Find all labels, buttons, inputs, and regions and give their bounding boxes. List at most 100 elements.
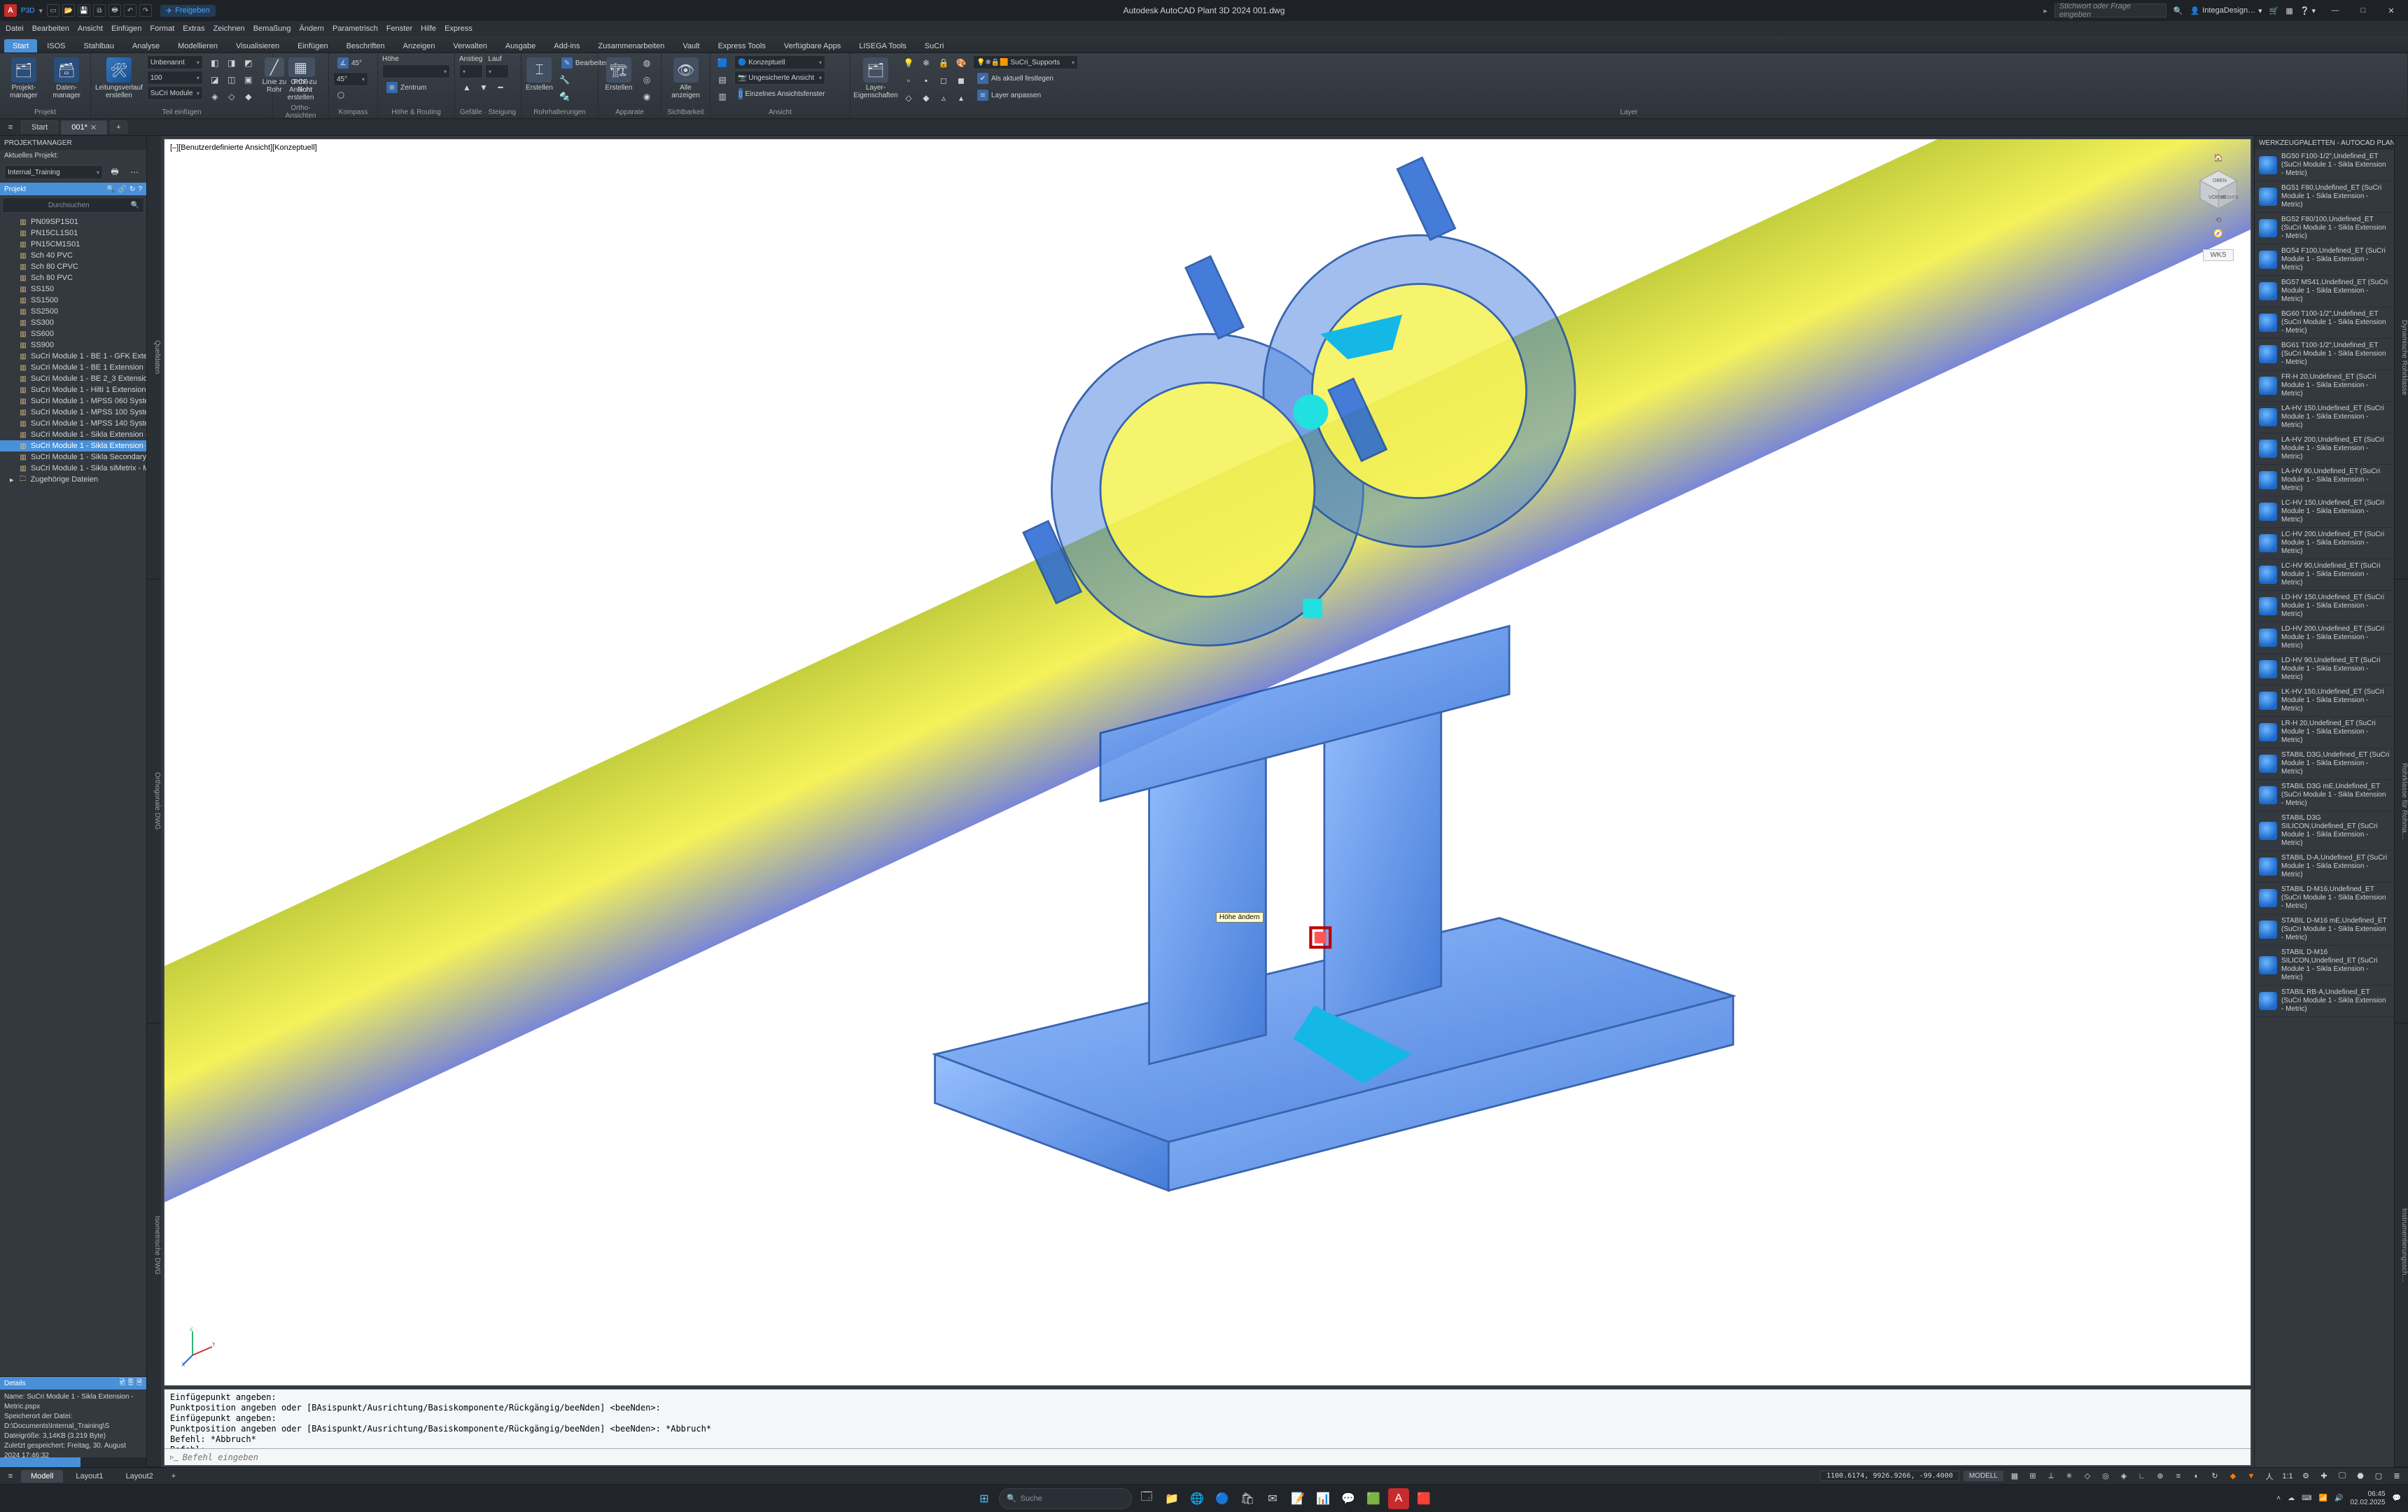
- pm-section-project[interactable]: Projekt 🔍 🔗 ↻ ?: [0, 183, 146, 195]
- mini-btn-9[interactable]: ◆: [241, 89, 256, 104]
- qat-new-icon[interactable]: ▭: [47, 4, 59, 17]
- layer-a-icon[interactable]: ▫: [901, 73, 916, 88]
- compass-angle-combo[interactable]: 45°: [333, 72, 368, 86]
- sb-dynucs-icon[interactable]: ∟: [2135, 1469, 2149, 1483]
- mini-btn-4[interactable]: ◪: [207, 72, 223, 88]
- sb-cycle-icon[interactable]: ↻: [2208, 1469, 2222, 1483]
- ribbon-tab-lisega-tools[interactable]: LISEGA Tools: [850, 39, 915, 52]
- ribbon-tab-ausgabe[interactable]: Ausgabe: [497, 39, 544, 52]
- tray-lang-icon[interactable]: ⌨: [2302, 1494, 2311, 1502]
- layer-f-icon[interactable]: ◆: [918, 90, 934, 106]
- side-tab[interactable]: Dynamische Rohrklasse: [2395, 136, 2408, 580]
- menu-parametrisch[interactable]: Parametrisch: [332, 24, 378, 33]
- pm-det-c-icon[interactable]: 🗎: [136, 1378, 142, 1390]
- tree-item[interactable]: ▥SuCri Module 1 - Sikla Secondary Steel: [0, 451, 146, 463]
- palette-item[interactable]: STABIL D3G SILICON,Undefined_ET (SuCri M…: [2255, 811, 2394, 851]
- home-icon[interactable]: 🏠: [2213, 153, 2223, 162]
- search-prev-icon[interactable]: ▸: [2043, 6, 2047, 15]
- palette-item[interactable]: STABIL D-M16 mE,Undefined_ET (SuCri Modu…: [2255, 914, 2394, 946]
- layer-h-icon[interactable]: ▴: [953, 90, 969, 106]
- tree-item[interactable]: ▥PN09SP1S01: [0, 216, 146, 227]
- side-tab[interactable]: Orthogonale DWG: [147, 580, 161, 1023]
- slope-off-icon[interactable]: ━: [493, 80, 508, 95]
- palette-item[interactable]: FR-H 20,Undefined_ET (SuCri Module 1 - S…: [2255, 370, 2394, 402]
- tree-item[interactable]: ▥SS2500: [0, 306, 146, 317]
- ribbon-tab-sucri[interactable]: SuCri: [916, 39, 953, 52]
- pm-reload-icon[interactable]: ↻: [130, 186, 135, 193]
- ribbon-tab-beschriften[interactable]: Beschriften: [338, 39, 393, 52]
- size-combo[interactable]: 100: [147, 71, 203, 85]
- palette-item[interactable]: LA-HV 90,Undefined_ET (SuCri Module 1 - …: [2255, 465, 2394, 496]
- ribbon-tab-stahlbau[interactable]: Stahlbau: [76, 39, 122, 52]
- side-tab[interactable]: Isometrische DWG: [147, 1023, 161, 1467]
- outlook-icon[interactable]: ✉: [1262, 1488, 1283, 1509]
- palette-item[interactable]: LD-HV 200,Undefined_ET (SuCri Module 1 -…: [2255, 622, 2394, 654]
- excel-icon[interactable]: 📊: [1312, 1488, 1334, 1509]
- sb-clean-icon[interactable]: ▢: [2372, 1469, 2386, 1483]
- ribbon-tab-vault[interactable]: Vault: [674, 39, 708, 52]
- layer-c-icon[interactable]: ◻: [936, 73, 951, 88]
- mini-btn-8[interactable]: ◇: [224, 89, 239, 104]
- tree-item[interactable]: ▥Sch 40 PVC: [0, 250, 146, 261]
- sb-3dosnap-icon[interactable]: ◈: [2117, 1469, 2131, 1483]
- menu-hilfe[interactable]: Hilfe: [421, 24, 436, 33]
- tree-item[interactable]: ▥SS300: [0, 317, 146, 328]
- palette-item[interactable]: LC-HV 150,Undefined_ET (SuCri Module 1 -…: [2255, 496, 2394, 528]
- tree-item[interactable]: ▥SuCri Module 1 - BE 2_3 Extension: [0, 373, 146, 384]
- tree-item[interactable]: ▥SS600: [0, 328, 146, 340]
- maximize-button[interactable]: □: [2351, 4, 2376, 18]
- command-history[interactable]: Einfügepunkt angeben: Punktposition ange…: [164, 1390, 2250, 1448]
- tab-model[interactable]: Modell: [21, 1470, 63, 1483]
- chrome-icon[interactable]: 🔵: [1212, 1488, 1233, 1509]
- tray-wifi-icon[interactable]: 📶: [2319, 1494, 2328, 1502]
- tree-item[interactable]: ▥SuCri Module 1 - MPSS 140 Systemteile: [0, 418, 146, 429]
- palette-item[interactable]: LC-HV 200,Undefined_ET (SuCri Module 1 -…: [2255, 528, 2394, 559]
- match-layer-button[interactable]: ≋Layer anpassen: [973, 88, 1078, 103]
- pm-zoom-icon[interactable]: 🔍: [106, 186, 115, 193]
- word-icon[interactable]: 📝: [1287, 1488, 1308, 1509]
- show-all-button[interactable]: 👁 Alleanzeigen: [668, 55, 704, 102]
- tree-item[interactable]: ▥SuCri Module 1 - Sikla siMetrix - Metri…: [0, 463, 146, 474]
- explorer-icon[interactable]: 📁: [1161, 1488, 1182, 1509]
- palette-item[interactable]: BG57 MS41,Undefined_ET (SuCri Module 1 -…: [2255, 276, 2394, 307]
- current-layer-combo[interactable]: 💡❄🔒🟧 SuCri_Supports: [973, 55, 1078, 69]
- view-swatch-2[interactable]: ▤: [715, 72, 730, 88]
- sb-polar-icon[interactable]: ✳: [2062, 1469, 2076, 1483]
- teams-icon[interactable]: 💬: [1338, 1488, 1359, 1509]
- help-search-input[interactable]: Stichwort oder Frage eingeben: [2054, 4, 2166, 18]
- tab-001[interactable]: 001* ✕: [61, 120, 107, 134]
- layer-d-icon[interactable]: ◼: [953, 73, 969, 88]
- palette-item[interactable]: BG50 F100-1/2",Undefined_ET (SuCri Modul…: [2255, 150, 2394, 181]
- equip-2-icon[interactable]: ◎: [639, 72, 654, 88]
- command-window[interactable]: Einfügepunkt angeben: Punktposition ange…: [164, 1389, 2251, 1466]
- menu-format[interactable]: Format: [150, 24, 174, 33]
- tray-chevron-icon[interactable]: ˄: [2276, 1494, 2281, 1502]
- qat-redo-icon[interactable]: ↷: [139, 4, 152, 17]
- menu-bearbeiten[interactable]: Bearbeiten: [32, 24, 69, 33]
- doc-tab-menu-icon[interactable]: ≡: [3, 120, 18, 134]
- sucri-combo[interactable]: SuCri Module: [147, 86, 203, 100]
- pm-det-a-icon[interactable]: 🖻: [120, 1378, 125, 1390]
- space-badge[interactable]: MODELL: [1963, 1471, 2003, 1481]
- tree-item[interactable]: ▥SuCri Module 1 - Sikla Extension - Impe…: [0, 429, 146, 440]
- add-layout-button[interactable]: +: [166, 1470, 181, 1483]
- tree-item[interactable]: ▥SS150: [0, 284, 146, 295]
- tree-item[interactable]: ▥SuCri Module 1 - Sikla Extension - Metr…: [0, 440, 146, 451]
- menu-ansicht[interactable]: Ansicht: [78, 24, 103, 33]
- mini-btn-7[interactable]: ◈: [207, 89, 223, 104]
- taskbar-search[interactable]: 🔍 Suche: [999, 1488, 1132, 1509]
- ribbon-tab-einfügen[interactable]: Einfügen: [289, 39, 336, 52]
- pm-ref-icon[interactable]: 🔗: [118, 186, 127, 193]
- view-cube[interactable]: VORNE RECHTS OBEN: [2196, 167, 2241, 211]
- sb-ortho-icon[interactable]: ⟂: [2044, 1469, 2058, 1483]
- sb-osnap-icon[interactable]: ◎: [2099, 1469, 2113, 1483]
- saved-view-combo[interactable]: 📷 Ungesicherte Ansicht: [734, 71, 825, 85]
- tab-start[interactable]: Start: [21, 120, 58, 134]
- ribbon-tab-zusammenarbeiten[interactable]: Zusammenarbeiten: [590, 39, 673, 52]
- sb-lw-icon[interactable]: ≡: [2171, 1469, 2185, 1483]
- equip-3-icon[interactable]: ◉: [639, 89, 654, 104]
- palette-item[interactable]: STABIL D3G,Undefined_ET (SuCri Module 1 …: [2255, 748, 2394, 780]
- visual-style-combo[interactable]: 🔵 Konzeptuell: [734, 55, 825, 69]
- palette-item[interactable]: STABIL RB-A,Undefined_ET (SuCri Module 1…: [2255, 986, 2394, 1017]
- sb-filter-icon[interactable]: ▼: [2244, 1469, 2258, 1483]
